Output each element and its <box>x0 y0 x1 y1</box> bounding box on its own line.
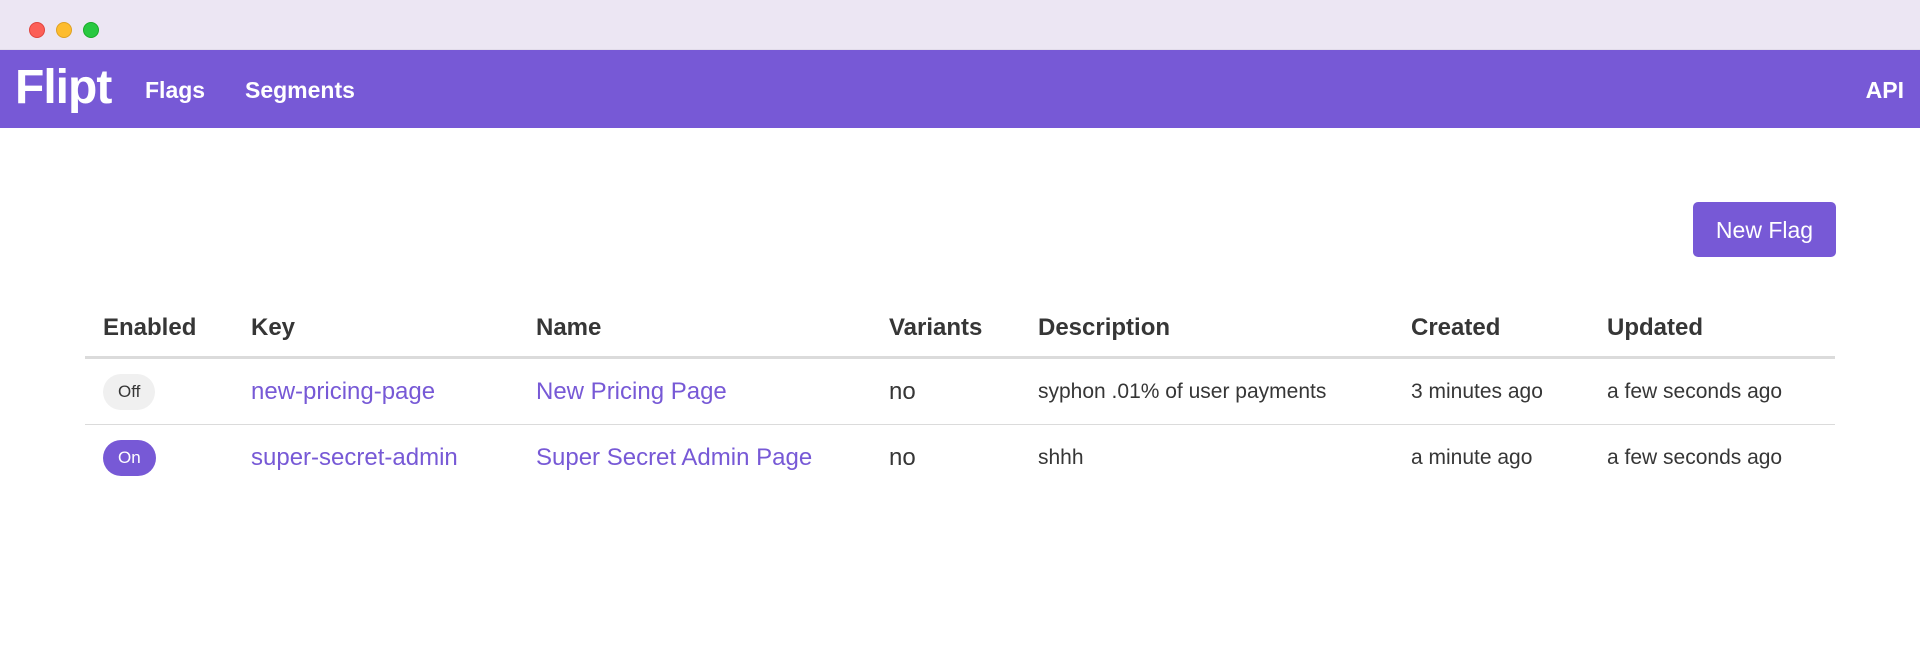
header-description[interactable]: Description <box>1020 300 1393 359</box>
header-created[interactable]: Created <box>1393 300 1589 359</box>
cell-key: new-pricing-page <box>233 357 518 425</box>
cell-enabled: On <box>85 425 233 491</box>
window-titlebar <box>0 0 1920 50</box>
cell-updated: a few seconds ago <box>1607 445 1783 469</box>
nav-link-segments[interactable]: Segments <box>245 76 355 104</box>
flag-name-link[interactable]: Super Secret Admin Page <box>536 444 812 471</box>
flags-table: Enabled Key Name Variants Description Cr… <box>85 300 1835 490</box>
flag-key-link[interactable]: new-pricing-page <box>251 378 435 405</box>
status-badge-off: Off <box>103 373 156 410</box>
nav-link-api[interactable]: API <box>1866 76 1904 104</box>
cell-updated: a few seconds ago <box>1589 357 1835 425</box>
header-enabled[interactable]: Enabled <box>85 300 233 359</box>
window-close-button[interactable] <box>29 22 45 38</box>
cell-variants: no <box>889 443 916 471</box>
header-variants[interactable]: Variants <box>871 300 1020 359</box>
nav-link-flags[interactable]: Flags <box>145 76 205 104</box>
status-badge-on: On <box>103 439 156 476</box>
table-row[interactable]: On super-secret-admin Super Secret Admin… <box>85 425 1835 491</box>
table-row[interactable]: Off new-pricing-page New Pricing Page no… <box>85 357 1835 425</box>
flag-name-link[interactable]: New Pricing Page <box>536 378 727 405</box>
table-header-row: Enabled Key Name Variants Description Cr… <box>85 300 1835 359</box>
cell-name: New Pricing Page <box>518 357 871 425</box>
cell-created: 3 minutes ago <box>1393 357 1589 425</box>
cell-key: super-secret-admin <box>233 425 518 491</box>
header-key[interactable]: Key <box>233 300 518 359</box>
cell-description: syphon .01% of user payments <box>1020 357 1393 425</box>
cell-description: shhh <box>1038 445 1084 469</box>
header-updated[interactable]: Updated <box>1589 300 1835 359</box>
new-flag-button[interactable]: New Flag <box>1693 202 1836 257</box>
cell-name: Super Secret Admin Page <box>518 425 871 491</box>
top-navbar: Flipt Flags Segments API <box>0 50 1920 128</box>
brand-logo[interactable]: Flipt <box>15 60 112 116</box>
cell-enabled: Off <box>85 357 233 425</box>
cell-created: a minute ago <box>1411 445 1533 469</box>
window-minimize-button[interactable] <box>56 22 72 38</box>
window-maximize-button[interactable] <box>83 22 99 38</box>
cell-variants: no <box>871 357 1020 425</box>
flag-key-link[interactable]: super-secret-admin <box>251 444 458 471</box>
header-name[interactable]: Name <box>518 300 871 359</box>
